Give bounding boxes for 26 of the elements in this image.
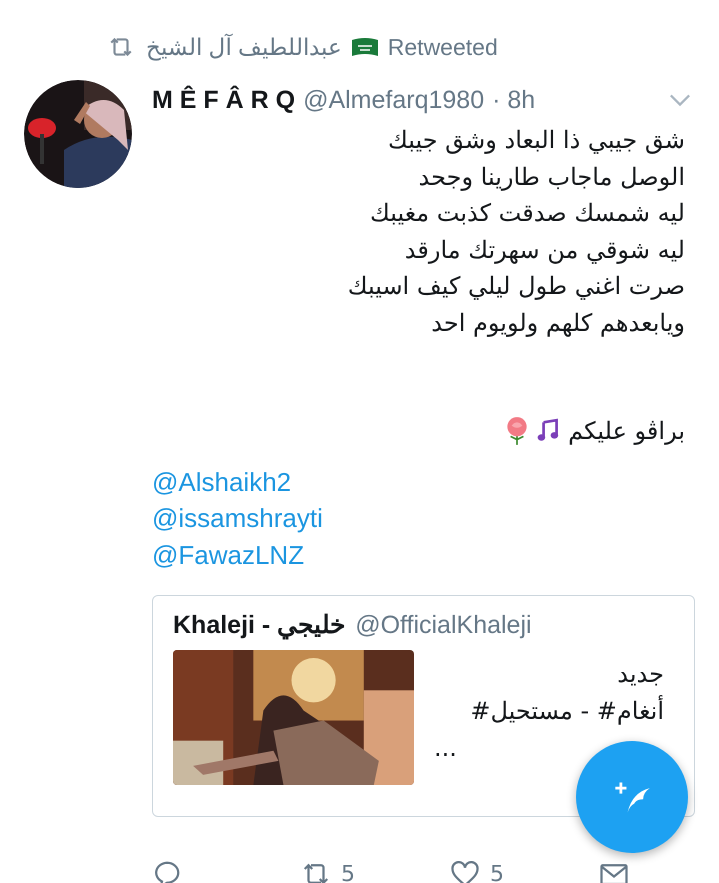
tweet-text-line: صرت اغني طول ليلي كيف اسيبك	[346, 271, 685, 302]
mention-link[interactable]: @FawazLNZ	[152, 536, 304, 573]
quoted-text-line: ...	[434, 733, 458, 764]
tweet-text-line: الوصل ماجاب طارينا وجحد	[418, 162, 685, 193]
tweet-text-line: ويابعدهم كلهم ولويوم احد	[430, 308, 685, 339]
compose-button[interactable]	[576, 741, 688, 853]
flag-icon	[350, 36, 380, 58]
timestamp: · 8h	[492, 86, 536, 114]
quoted-text-line: أنغام# - مستحيل#	[469, 694, 664, 727]
mention-link[interactable]: @issamshrayti	[152, 500, 323, 536]
tweet-text-line: براڤو عليكم	[568, 416, 685, 447]
like-action-button[interactable]: 5	[450, 859, 599, 883]
tweet-text-line: ليه شمسك صدقت كذبت مغيبك	[369, 198, 685, 229]
heart-icon[interactable]	[450, 859, 480, 883]
quoted-handle: @OfficialKhaleji	[355, 611, 532, 640]
tweet-text-line: شق جيبي ذا البعاد وشق جيبك	[386, 125, 685, 156]
quoted-display-name: Khaleji - خليجي	[173, 610, 346, 640]
retweet-label: عبداللطيف آل الشيخ	[146, 34, 342, 60]
reply-icon[interactable]	[152, 859, 182, 883]
display-name[interactable]: M Ê F Â R Q	[152, 86, 296, 114]
user-handle: @Almefarq1980	[303, 86, 484, 114]
mention-link[interactable]: @Alshaikh2	[152, 464, 292, 500]
tweet-text-line: ليه شوقي من سهرتك مارقد	[404, 234, 685, 266]
quoted-text-line: جديد	[616, 659, 664, 690]
retweet-action-button[interactable]: 5	[301, 859, 450, 883]
retweet-label: Retweeted	[388, 34, 498, 60]
